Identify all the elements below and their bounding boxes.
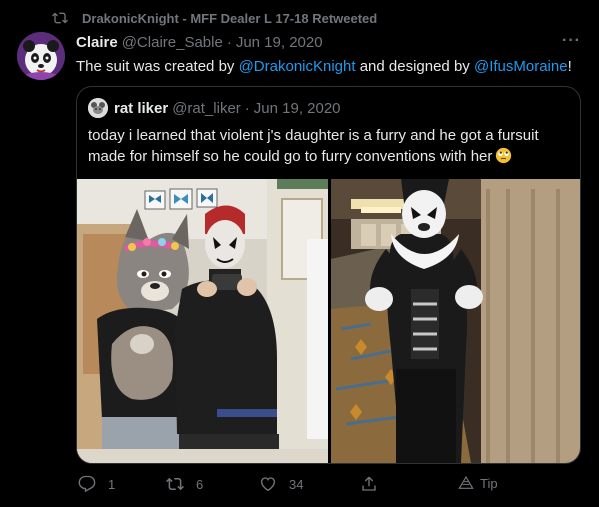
retweet-context-text: DrakonicKnight - MFF Dealer L 17-18 Retw… bbox=[82, 10, 378, 26]
tweet-text-part: ! bbox=[567, 58, 572, 75]
quoted-tweet-header: rat liker @rat_liker · Jun 19, 2020 bbox=[88, 98, 341, 118]
quoted-avatar[interactable] bbox=[88, 98, 108, 118]
tweet-text-part: The suit was created by bbox=[76, 58, 239, 75]
mention-link[interactable]: @IfusMoraine bbox=[474, 58, 568, 75]
retweet-icon bbox=[52, 12, 68, 24]
header-separator: · bbox=[226, 34, 232, 51]
like-button[interactable]: 34 bbox=[259, 475, 303, 493]
tweet-date[interactable]: Jun 19, 2020 bbox=[236, 34, 323, 51]
tweet-text: The suit was created by @DrakonicKnight … bbox=[76, 57, 586, 77]
quoted-tweet-text: today i learned that violent j's daughte… bbox=[88, 125, 568, 167]
reply-icon bbox=[78, 475, 96, 493]
eye-roll-emoji-icon bbox=[496, 147, 512, 164]
retweet-button[interactable]: 6 bbox=[166, 475, 203, 493]
reply-count: 1 bbox=[108, 476, 116, 492]
quoted-tweet[interactable]: rat liker @rat_liker · Jun 19, 2020 toda… bbox=[76, 86, 581, 464]
author-display-name[interactable]: Claire bbox=[76, 34, 118, 51]
quoted-text-body: today i learned that violent j's daughte… bbox=[88, 127, 539, 165]
reply-button[interactable]: 1 bbox=[78, 475, 115, 493]
tweet-text-part: and designed by bbox=[355, 58, 474, 75]
quoted-separator: · bbox=[244, 99, 250, 117]
author-handle[interactable]: @Claire_Sable bbox=[122, 34, 223, 51]
share-icon bbox=[362, 476, 376, 491]
tweet-header: Claire @Claire_Sable · Jun 19, 2020 bbox=[76, 34, 323, 51]
retweet-context[interactable]: DrakonicKnight - MFF Dealer L 17-18 Retw… bbox=[52, 10, 377, 26]
quoted-date[interactable]: Jun 19, 2020 bbox=[254, 100, 341, 117]
photo-image bbox=[77, 179, 328, 463]
tip-icon bbox=[458, 475, 474, 489]
tweet-card[interactable]: DrakonicKnight - MFF Dealer L 17-18 Retw… bbox=[0, 0, 599, 507]
quoted-display-name[interactable]: rat liker bbox=[114, 100, 168, 117]
share-button[interactable] bbox=[360, 475, 390, 493]
avatar[interactable] bbox=[17, 32, 65, 80]
heart-icon bbox=[260, 477, 276, 492]
like-count: 34 bbox=[289, 476, 304, 492]
tip-label: Tip bbox=[480, 475, 498, 491]
rat-avatar-image bbox=[88, 98, 108, 118]
more-options-icon[interactable]: ··· bbox=[562, 32, 581, 50]
media-photo-mirror-selfie[interactable] bbox=[77, 179, 328, 463]
tip-button[interactable]: Tip bbox=[458, 475, 498, 491]
media-photo-fursuit-hall[interactable] bbox=[331, 179, 580, 463]
retweet-count: 6 bbox=[196, 476, 204, 492]
photo-image bbox=[331, 179, 580, 463]
tweet-actions-bar: 1 6 34 Tip bbox=[0, 475, 599, 499]
quoted-handle[interactable]: @rat_liker bbox=[172, 100, 241, 117]
mention-link[interactable]: @DrakonicKnight bbox=[239, 58, 356, 75]
panda-avatar-image bbox=[17, 32, 65, 80]
retweet-icon bbox=[166, 477, 184, 491]
